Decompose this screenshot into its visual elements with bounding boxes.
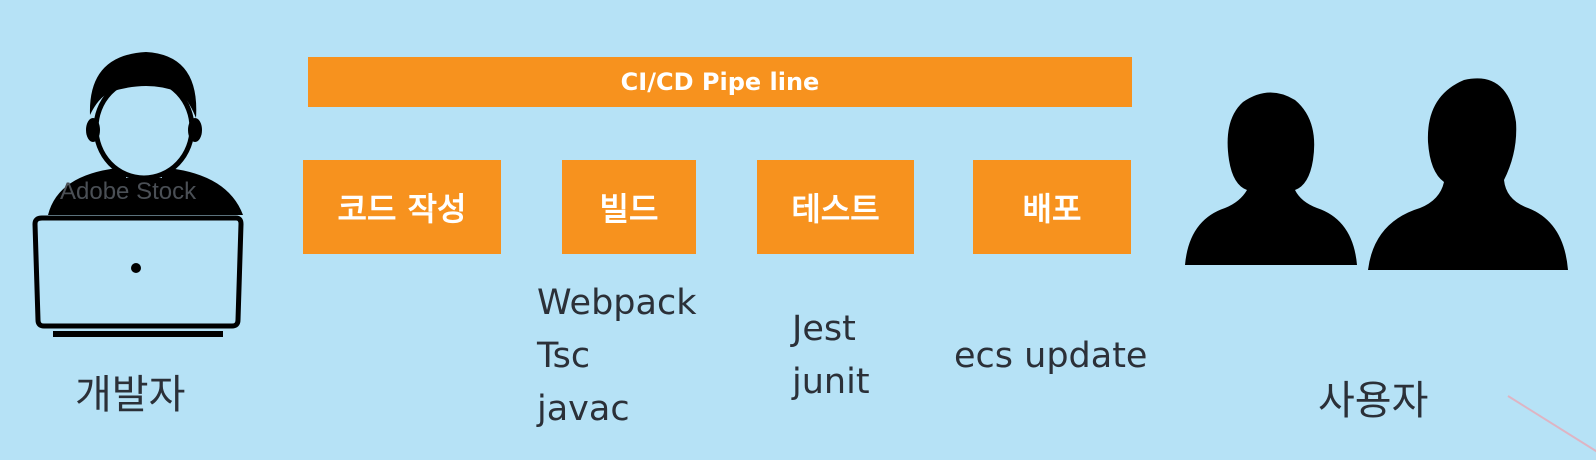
test-tools: Jest junit	[792, 309, 870, 402]
pipeline-bar: CI/CD Pipe line	[308, 57, 1132, 107]
stage-deploy: 배포	[973, 160, 1131, 254]
stage-build: 빌드	[562, 160, 696, 254]
decorative-streak	[1507, 395, 1596, 460]
male-user-icon	[1368, 78, 1568, 270]
build-tools: Webpack Tsc javac	[537, 283, 697, 429]
users-label: 사용자	[1318, 378, 1429, 424]
developer-label: 개발자	[75, 372, 186, 418]
stage-code-writing: 코드 작성	[303, 160, 501, 254]
stage-test: 테스트	[757, 160, 914, 254]
female-user-icon	[1185, 92, 1357, 266]
deploy-tools: ecs update	[954, 336, 1148, 376]
watermark-text: Adobe Stock	[60, 178, 197, 205]
